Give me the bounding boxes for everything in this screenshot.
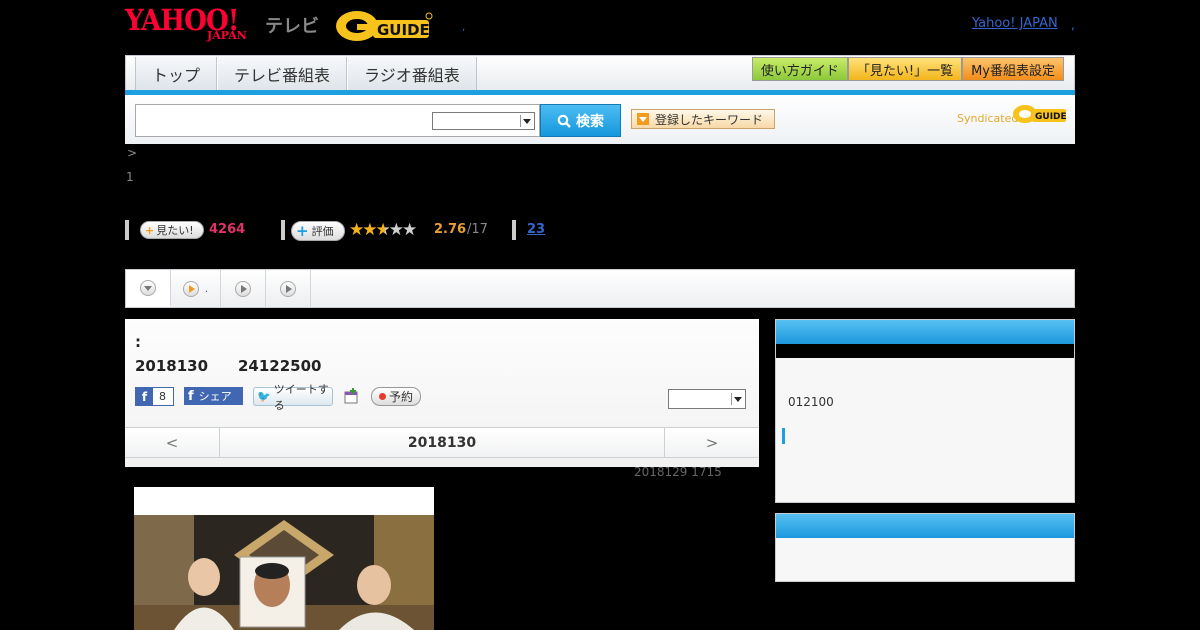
tab-third[interactable] [221, 270, 266, 307]
program-option-select[interactable] [668, 389, 746, 409]
day-navigation: < 2018130 > [125, 427, 759, 458]
rating-value: 2.76 [434, 222, 467, 237]
program-date: 2018130 [135, 357, 209, 375]
tab-fourth[interactable] [266, 270, 311, 307]
watch-list-button[interactable]: 「見たい!」一覧 [847, 57, 963, 81]
want-to-watch-button[interactable]: + 見たい! [140, 221, 204, 239]
record-dot-icon [378, 393, 386, 400]
nav-tab-radio-listings[interactable]: ラジオ番組表 [347, 57, 477, 91]
facebook-share-label: シェア [198, 390, 232, 403]
facebook-share-button[interactable]: f シェア [184, 387, 243, 405]
program-title: : [135, 333, 141, 351]
yahoo-logo-sub: JAPAN [207, 29, 247, 42]
gguide-logo[interactable]: GUIDE [335, 8, 435, 42]
dropdown-arrow-icon [637, 113, 649, 125]
search-button-label: 検索 [576, 113, 604, 130]
previous-day-button[interactable]: < [125, 428, 220, 457]
want-to-watch-label: 見たい! [156, 224, 194, 237]
rating-stars: ★★★★★ [349, 220, 417, 240]
nav-right-buttons: 使い方ガイド 「見たい!」一覧 My番組表設定 [751, 57, 1064, 81]
chevron-down-icon [520, 115, 532, 127]
review-count-link[interactable]: 23 [527, 222, 545, 237]
play-arrow-icon [235, 280, 251, 297]
current-day-label: 2018130 [407, 434, 477, 451]
saved-keywords-button[interactable]: 登録したキーワード [631, 109, 775, 129]
syndicated-label: Syndicated [957, 112, 1019, 125]
star-icon: ★ [375, 220, 391, 240]
side-box-1: 012100 [775, 319, 1075, 503]
header-dot-link[interactable]: , [1071, 18, 1075, 32]
tab-second[interactable]: . [171, 270, 221, 307]
facebook-like-button[interactable]: f 8 [135, 387, 174, 406]
facebook-icon: f [188, 388, 194, 404]
side-box-accent-bar [782, 428, 785, 444]
star-icon: ★ [349, 220, 364, 240]
tv-label: テレビ [265, 16, 319, 37]
side-box-header [776, 320, 1074, 344]
nav-tabs: トップ テレビ番組表 ラジオ番組表 [135, 57, 477, 91]
usage-guide-button[interactable]: 使い方ガイド [751, 57, 848, 81]
rate-button[interactable]: + 評価 [291, 221, 345, 241]
svg-text:GUIDE: GUIDE [377, 21, 430, 39]
tweet-button[interactable]: 🐦 ツイートする [253, 383, 333, 412]
svg-text:GUIDE: GUIDE [1035, 112, 1067, 122]
play-arrow-icon [280, 280, 296, 297]
want-to-watch-count: 4264 [209, 222, 246, 237]
saved-keywords-label: 登録したキーワード [655, 112, 764, 127]
next-day-button[interactable]: > [664, 428, 759, 457]
my-schedule-settings-button[interactable]: My番組表設定 [962, 57, 1064, 81]
star-icon: ★ [388, 220, 404, 240]
tab-program-info[interactable] [126, 270, 171, 307]
plus-icon: + [145, 223, 155, 237]
stat-divider [125, 220, 129, 240]
updated-timestamp: 2018129 1715 [634, 465, 722, 479]
main-nav: トップ テレビ番組表 ラジオ番組表 使い方ガイド 「見たい!」一覧 My番組表設… [125, 55, 1075, 92]
chevron-down-icon [731, 393, 743, 405]
rate-label: 評価 [311, 225, 334, 238]
star-icon: ★ [362, 220, 377, 240]
search-button[interactable]: 検索 [540, 104, 621, 137]
program-thumbnail-image [134, 515, 434, 630]
program-image-frame [134, 487, 434, 630]
star-icon: ★ [402, 220, 417, 240]
stat-divider [512, 220, 516, 240]
twitter-bird-icon: 🐦 [257, 390, 271, 403]
chevron-down-icon [140, 279, 156, 296]
search-icon [557, 114, 571, 128]
page-number: 1 [126, 170, 134, 184]
tweet-label: ツイートする [273, 382, 329, 412]
program-time: 24122500 [238, 357, 322, 375]
side-box-text: 012100 [788, 395, 834, 409]
play-arrow-icon [182, 280, 199, 297]
header-small-dot: , [462, 22, 466, 33]
facebook-icon: f [136, 388, 153, 405]
side-box-subheader [776, 344, 1074, 358]
search-category-select[interactable] [432, 112, 535, 130]
tab-second-label: . [204, 282, 209, 295]
search-area: 検索 登録したキーワード Syndicated GUIDE [125, 95, 1075, 144]
program-tabs: . [125, 269, 1075, 308]
reserve-button[interactable]: 予約 [371, 387, 421, 406]
side-box-header [776, 514, 1074, 538]
page: YAHOO! JAPAN テレビ GUIDE , Yahoo! JAPAN , … [0, 0, 1200, 630]
syndicated-gguide-logo: GUIDE [1013, 105, 1067, 123]
rating-count: /17 [467, 222, 488, 237]
nav-tab-tv-listings[interactable]: テレビ番組表 [217, 57, 348, 91]
yahoo-japan-link[interactable]: Yahoo! JAPAN [972, 16, 1058, 31]
add-to-calendar-icon[interactable] [343, 388, 359, 404]
plus-icon: + [296, 222, 309, 240]
program-panel: : 2018130 24122500 f 8 f シェア 🐦 ツイートする 予約 [125, 319, 759, 467]
stat-divider [281, 220, 285, 240]
nav-tab-top[interactable]: トップ [135, 57, 218, 91]
reserve-label: 予約 [388, 390, 413, 404]
breadcrumb[interactable]: > [127, 146, 137, 160]
facebook-like-count: 8 [159, 390, 166, 403]
side-box-2 [775, 513, 1075, 582]
